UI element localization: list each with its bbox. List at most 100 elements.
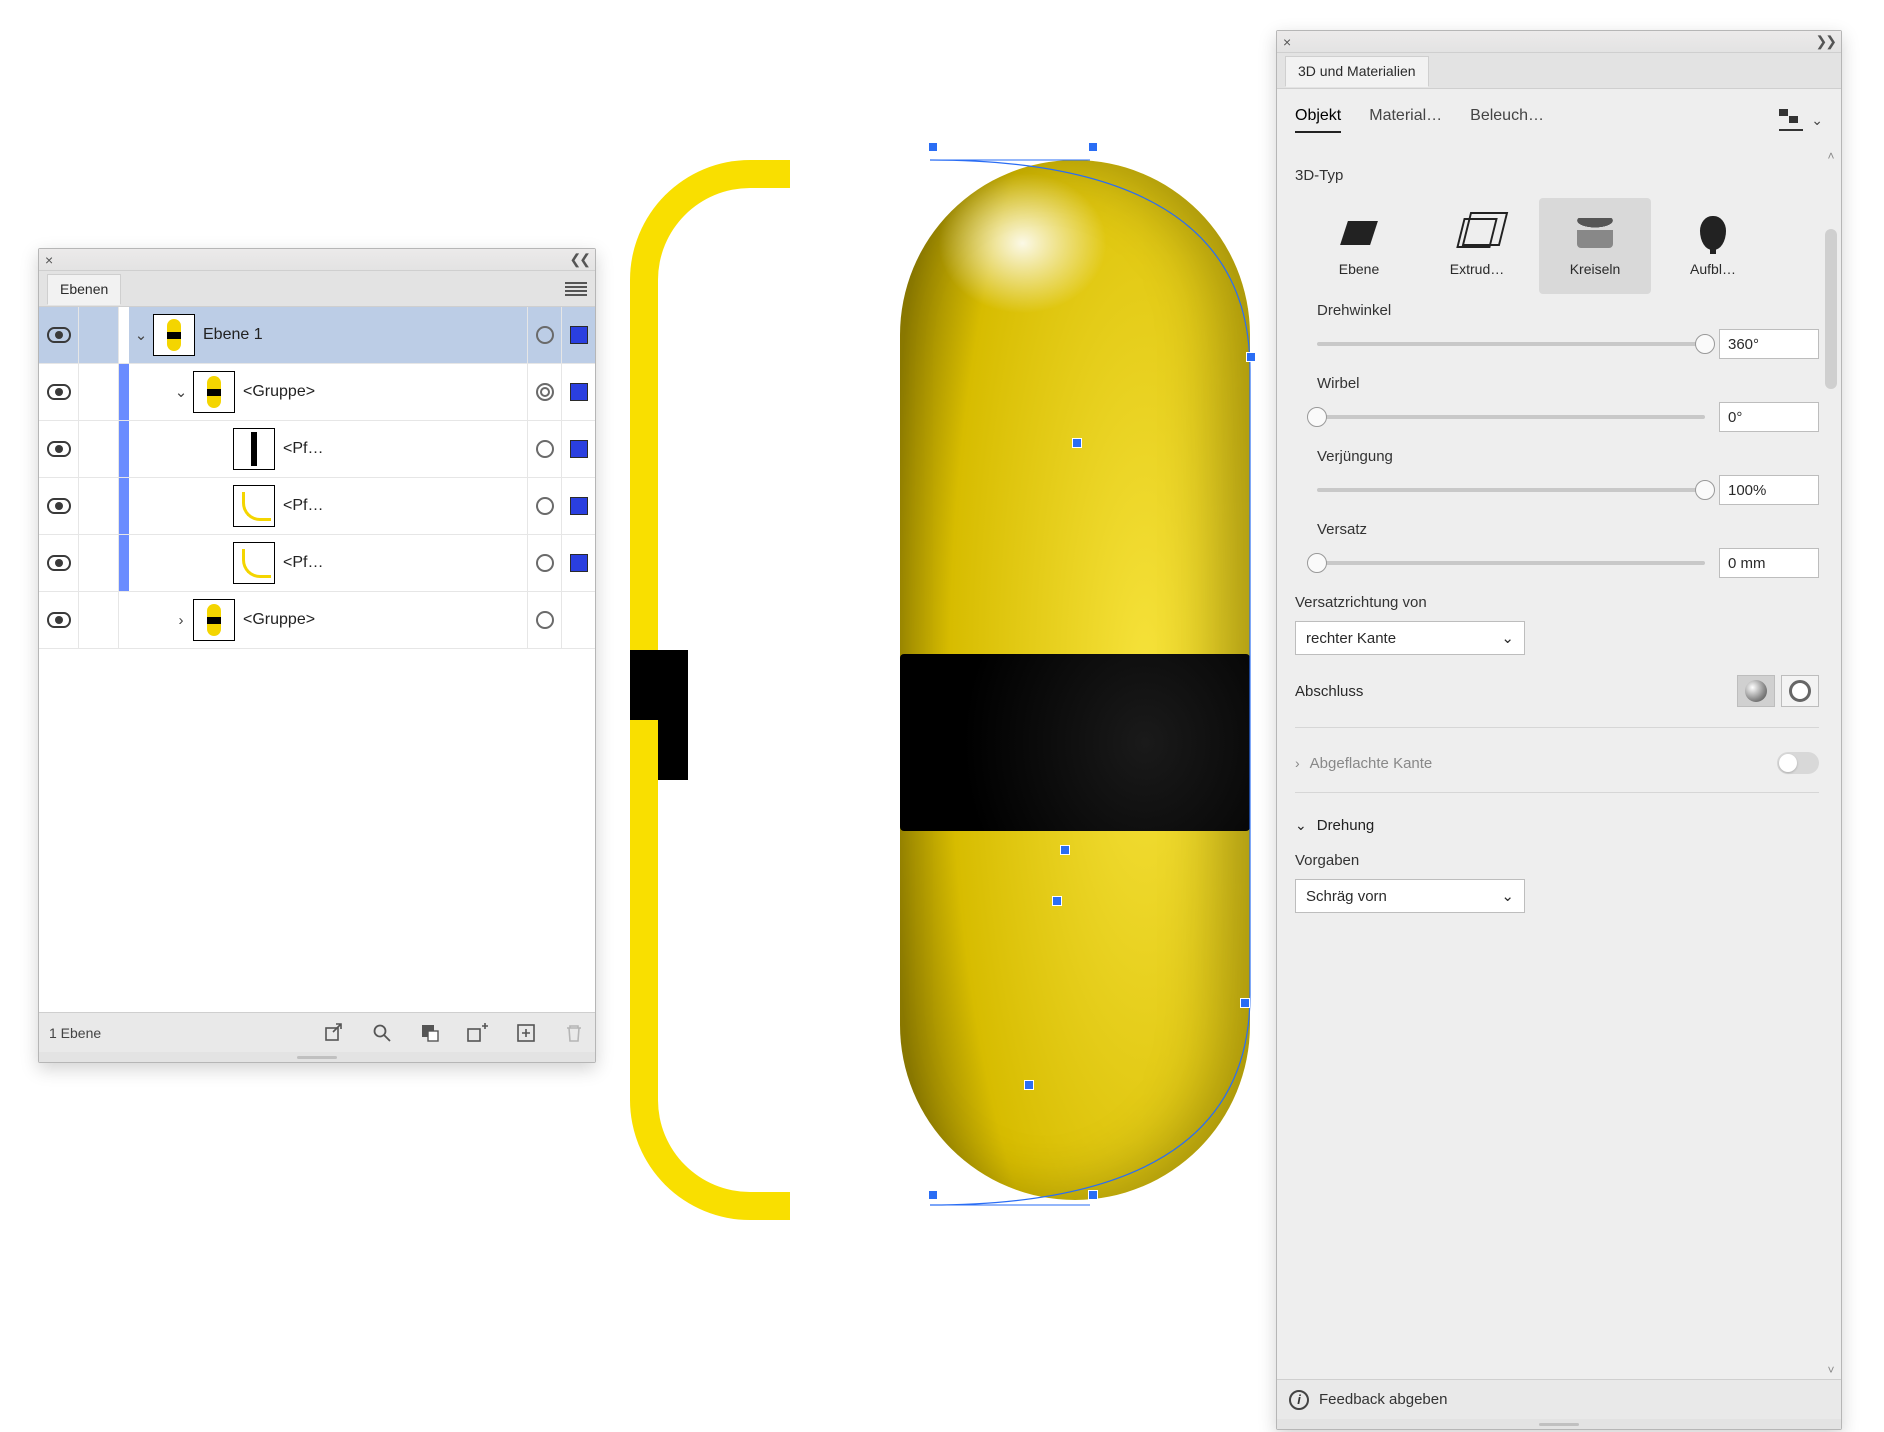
layer-row[interactable]: <Pf…	[39, 478, 595, 535]
revolved-object[interactable]	[900, 160, 1250, 1200]
target-button[interactable]	[527, 535, 561, 591]
new-sublayer-icon[interactable]	[467, 1022, 489, 1044]
color-swatch-cell[interactable]	[561, 364, 595, 420]
chevron-down-icon[interactable]: ⌄	[1811, 112, 1823, 129]
expand-toggle[interactable]: ⌄	[129, 326, 153, 344]
render-icon[interactable]	[1779, 109, 1803, 131]
visibility-toggle[interactable]	[39, 364, 79, 420]
expand-toggle[interactable]: ›	[169, 612, 193, 629]
versatz-input[interactable]: 0 mm	[1719, 548, 1819, 578]
subtab-objekt[interactable]: Objekt	[1295, 107, 1341, 133]
type-inflate-label: Aufbl…	[1690, 261, 1736, 277]
cap-hollow-button[interactable]	[1781, 675, 1819, 707]
versatzrichtung-select[interactable]: rechter Kante ⌄	[1295, 621, 1525, 655]
rotation-section[interactable]: ⌄ Drehung	[1295, 817, 1819, 834]
anchor-handle[interactable]	[1024, 1080, 1034, 1090]
layer-name[interactable]: <Gruppe>	[243, 383, 315, 401]
drehwinkel-input[interactable]: 360°	[1719, 329, 1819, 359]
panel-menu-icon[interactable]	[565, 282, 587, 296]
subtab-material[interactable]: Material…	[1369, 107, 1442, 133]
type-plane[interactable]: Ebene	[1303, 198, 1415, 294]
artboard	[620, 140, 1285, 1260]
visibility-toggle[interactable]	[39, 307, 79, 363]
layer-name[interactable]: <Pf…	[283, 440, 323, 458]
lock-cell[interactable]	[79, 307, 119, 363]
layer-name[interactable]: <Gruppe>	[243, 611, 315, 629]
anchor-handle[interactable]	[928, 1190, 938, 1200]
wirbel-slider[interactable]	[1317, 415, 1705, 419]
anchor-handle[interactable]	[1060, 845, 1070, 855]
lock-cell[interactable]	[79, 592, 119, 648]
visibility-toggle[interactable]	[39, 421, 79, 477]
panel-resize-grip[interactable]	[39, 1052, 595, 1062]
bevel-section[interactable]: › Abgeflachte Kante	[1295, 752, 1819, 774]
layer-row[interactable]: <Pf…	[39, 535, 595, 592]
trash-icon[interactable]	[563, 1022, 585, 1044]
tab-layers[interactable]: Ebenen	[47, 274, 121, 305]
new-layer-icon[interactable]	[515, 1022, 537, 1044]
layer-name[interactable]: <Pf…	[283, 497, 323, 515]
bevel-toggle[interactable]	[1777, 752, 1819, 774]
layer-row[interactable]: ⌄ Ebene 1	[39, 307, 595, 364]
wirbel-input[interactable]: 0°	[1719, 402, 1819, 432]
close-icon[interactable]: ×	[45, 253, 53, 267]
eye-icon	[47, 555, 71, 571]
info-icon[interactable]: i	[1289, 1390, 1309, 1410]
subtab-beleuch[interactable]: Beleuch…	[1470, 107, 1544, 133]
anchor-handle[interactable]	[1240, 998, 1250, 1008]
close-icon[interactable]: ×	[1283, 35, 1291, 49]
color-swatch-cell[interactable]	[561, 592, 595, 648]
panel-resize-grip[interactable]	[1277, 1419, 1841, 1429]
target-button[interactable]	[527, 478, 561, 534]
scrollbar[interactable]: ˄ ˅	[1825, 149, 1837, 1375]
target-button[interactable]	[527, 421, 561, 477]
color-swatch-cell[interactable]	[561, 535, 595, 591]
color-swatch-cell[interactable]	[561, 478, 595, 534]
cap-hollow-icon	[1789, 680, 1811, 702]
visibility-toggle[interactable]	[39, 478, 79, 534]
anchor-handle[interactable]	[1072, 438, 1082, 448]
visibility-toggle[interactable]	[39, 592, 79, 648]
target-button[interactable]	[527, 364, 561, 420]
anchor-handle[interactable]	[928, 142, 938, 152]
anchor-handle[interactable]	[1052, 896, 1062, 906]
verjuengung-input[interactable]: 100%	[1719, 475, 1819, 505]
layer-row[interactable]: ⌄ <Gruppe>	[39, 364, 595, 421]
vorgaben-select[interactable]: Schräg vorn ⌄	[1295, 879, 1525, 913]
layer-name[interactable]: Ebene 1	[203, 326, 263, 344]
target-button[interactable]	[527, 592, 561, 648]
export-icon[interactable]	[323, 1022, 345, 1044]
type-inflate[interactable]: Aufbl…	[1657, 198, 1769, 294]
layer-name[interactable]: <Pf…	[283, 554, 323, 572]
lock-cell[interactable]	[79, 421, 119, 477]
visibility-toggle[interactable]	[39, 535, 79, 591]
panel-tabs: 3D und Materialien	[1277, 53, 1841, 89]
drehwinkel-slider[interactable]	[1317, 342, 1705, 346]
selection-edge	[119, 535, 129, 591]
anchor-handle[interactable]	[1088, 142, 1098, 152]
lock-cell[interactable]	[79, 478, 119, 534]
type-revolve[interactable]: Kreiseln	[1539, 198, 1651, 294]
layer-row[interactable]: › <Gruppe>	[39, 592, 595, 649]
scroll-down-icon[interactable]: ˅	[1825, 1363, 1837, 1375]
anchor-handle[interactable]	[1246, 352, 1256, 362]
search-icon[interactable]	[371, 1022, 393, 1044]
feedback-link[interactable]: Feedback abgeben	[1319, 1391, 1447, 1408]
cap-solid-button[interactable]	[1737, 675, 1775, 707]
color-swatch-cell[interactable]	[561, 421, 595, 477]
collapse-icon[interactable]: ❮❮	[570, 251, 589, 268]
versatz-slider[interactable]	[1317, 561, 1705, 565]
tab-3d-materials[interactable]: 3D und Materialien	[1285, 56, 1429, 87]
collapse-icon[interactable]: ❯❯	[1816, 33, 1835, 50]
verjuengung-slider[interactable]	[1317, 488, 1705, 492]
expand-toggle[interactable]: ⌄	[169, 383, 193, 401]
color-swatch-cell[interactable]	[561, 307, 595, 363]
lock-cell[interactable]	[79, 535, 119, 591]
layer-row[interactable]: <Pf…	[39, 421, 595, 478]
target-button[interactable]	[527, 307, 561, 363]
lock-cell[interactable]	[79, 364, 119, 420]
mask-icon[interactable]	[419, 1022, 441, 1044]
anchor-handle[interactable]	[1088, 1190, 1098, 1200]
vorgaben-label: Vorgaben	[1295, 852, 1819, 869]
type-extrude[interactable]: Extrud…	[1421, 198, 1533, 294]
